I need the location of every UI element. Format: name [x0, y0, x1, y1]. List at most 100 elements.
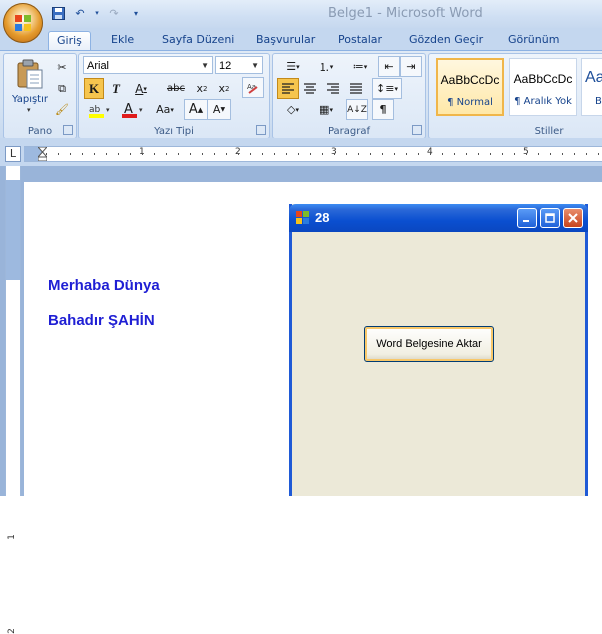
- svg-text:▾: ▾: [106, 106, 110, 114]
- ruler-tick: [406, 153, 407, 155]
- tab-postalar[interactable]: Postalar: [330, 31, 390, 51]
- italic-button[interactable]: T: [106, 78, 126, 99]
- ruler-number: 1: [139, 147, 145, 157]
- bullets-button[interactable]: ☰ ▾: [277, 56, 309, 77]
- horizontal-ruler[interactable]: 1 2 3 4 5: [24, 146, 602, 162]
- group-label-paragraf: Paragraf: [327, 126, 371, 137]
- ruler-tick: [262, 153, 263, 155]
- ruler-tick: [538, 153, 539, 155]
- svg-text:ab: ab: [89, 105, 101, 115]
- ruler-tick: [430, 153, 431, 155]
- maximize-icon[interactable]: [540, 208, 560, 228]
- multilevel-list-button[interactable]: ≔ ▾: [344, 56, 376, 77]
- tab-gorunum[interactable]: Görünüm: [500, 31, 567, 51]
- font-size-value: 12: [219, 60, 232, 72]
- shading-button[interactable]: ◇ ▾: [277, 99, 309, 120]
- redo-icon[interactable]: ↷: [106, 5, 122, 21]
- ruler-tick: [586, 153, 587, 155]
- ruler-tick: [382, 153, 383, 155]
- pano-dialog-launcher-icon[interactable]: [63, 125, 73, 135]
- yazi-tipi-dialog-launcher-icon[interactable]: [256, 125, 266, 135]
- save-icon[interactable]: [50, 5, 66, 21]
- tab-ekle[interactable]: Ekle: [103, 31, 142, 51]
- copy-icon[interactable]: ⧉: [52, 78, 72, 99]
- ruler-tick: [466, 153, 467, 155]
- document-line: Bahadır ŞAHİN: [48, 312, 155, 329]
- style-baslik[interactable]: AaB B: [581, 58, 602, 116]
- borders-button[interactable]: ▦ ▾: [310, 99, 342, 120]
- strikethrough-button[interactable]: abc: [163, 78, 189, 99]
- ruler-tick: [226, 153, 227, 155]
- ruler-tick: [442, 153, 443, 155]
- ruler-tick: [334, 153, 335, 155]
- ruler-tick: [106, 153, 107, 155]
- qat-customize-icon[interactable]: ▾: [128, 5, 144, 21]
- numbering-button[interactable]: ⒈ ▾: [310, 56, 342, 77]
- tab-basvurular[interactable]: Başvurular: [248, 31, 323, 51]
- minimize-icon[interactable]: [517, 208, 537, 228]
- quick-access-toolbar: ↶ ▾ ↷ ▾: [50, 4, 144, 22]
- close-icon[interactable]: [563, 208, 583, 228]
- ruler-number: 3: [331, 147, 337, 157]
- style-normal[interactable]: AaBbCcDc ¶ Normal: [436, 58, 504, 116]
- vertical-ruler[interactable]: 1 2: [5, 166, 21, 634]
- tab-giris[interactable]: Giriş: [48, 31, 91, 52]
- window-title: Belge1 - Microsoft Word: [328, 6, 483, 21]
- ruler-tick: [574, 153, 575, 155]
- highlight-button[interactable]: ab ▾: [84, 99, 116, 120]
- font-size-combo[interactable]: 12 ▼: [215, 56, 263, 74]
- bold-button[interactable]: K: [84, 78, 104, 99]
- style-baslik-name: B: [595, 96, 602, 107]
- ruler-number: 2: [235, 147, 241, 157]
- tab-gozden-gecir[interactable]: Gözden Geçir: [401, 31, 491, 51]
- align-center-button[interactable]: [299, 78, 321, 99]
- ruler-tick: [166, 153, 167, 155]
- decrease-indent-button[interactable]: ⇤: [378, 56, 400, 77]
- ruler-tick: [502, 153, 503, 155]
- ruler-tick: [178, 153, 179, 155]
- undo-dropdown-icon[interactable]: ▾: [94, 5, 100, 21]
- ruler-tick: [370, 153, 371, 155]
- ruler-tick: [70, 153, 71, 155]
- form-title: 28: [315, 210, 330, 225]
- ruler-tick: [598, 153, 599, 155]
- font-color-button[interactable]: A ▾: [118, 99, 148, 120]
- show-formatting-marks-icon[interactable]: ¶: [372, 99, 394, 120]
- underline-button[interactable]: A ▾: [128, 78, 154, 99]
- align-left-icon: [282, 82, 294, 94]
- grow-font-button[interactable]: A ▲: [184, 99, 208, 120]
- undo-icon[interactable]: ↶: [72, 5, 88, 21]
- paragraf-dialog-launcher-icon[interactable]: [412, 125, 422, 135]
- ruler-tick: [94, 153, 95, 155]
- font-name-value: Arial: [87, 60, 110, 72]
- line-spacing-button[interactable]: ↕≡ ▾: [372, 78, 402, 99]
- cut-icon[interactable]: ✂: [52, 57, 72, 78]
- format-painter-icon[interactable]: 🖌: [52, 99, 72, 120]
- change-case-button[interactable]: Aa ▾: [150, 99, 180, 120]
- shrink-font-button[interactable]: A ▼: [207, 99, 231, 120]
- svg-text:▾: ▾: [139, 106, 143, 114]
- increase-indent-button[interactable]: ⇥: [400, 56, 422, 77]
- ruler-tick: [298, 153, 299, 155]
- justify-button[interactable]: [345, 78, 367, 99]
- ruler-number: 5: [523, 147, 529, 157]
- style-normal-name: ¶ Normal: [447, 97, 493, 108]
- align-left-button[interactable]: [277, 78, 299, 99]
- sort-button[interactable]: A↓Z: [346, 99, 368, 120]
- tab-sayfa-duzeni[interactable]: Sayfa Düzeni: [154, 31, 242, 51]
- ruler-tick: [190, 153, 191, 155]
- export-to-word-button[interactable]: Word Belgesine Aktar: [364, 326, 494, 362]
- paste-button[interactable]: Yapıştır ▾: [11, 56, 49, 114]
- tab-selector-icon[interactable]: L: [5, 146, 21, 162]
- style-aralik-yok[interactable]: AaBbCcDc ¶ Aralık Yok: [509, 58, 577, 116]
- align-right-button[interactable]: [322, 78, 344, 99]
- subscript-button[interactable]: x2: [191, 78, 213, 99]
- document-line: Merhaba Dünya: [48, 277, 160, 294]
- style-normal-sample: AaBbCcDc: [440, 73, 500, 87]
- font-name-combo[interactable]: Arial ▼: [83, 56, 213, 74]
- form-app-icon[interactable]: [296, 211, 310, 225]
- clear-formatting-icon[interactable]: Aa: [242, 77, 264, 98]
- ruler-tick: [454, 153, 455, 155]
- superscript-button[interactable]: x2: [213, 78, 235, 99]
- office-button[interactable]: [3, 3, 43, 43]
